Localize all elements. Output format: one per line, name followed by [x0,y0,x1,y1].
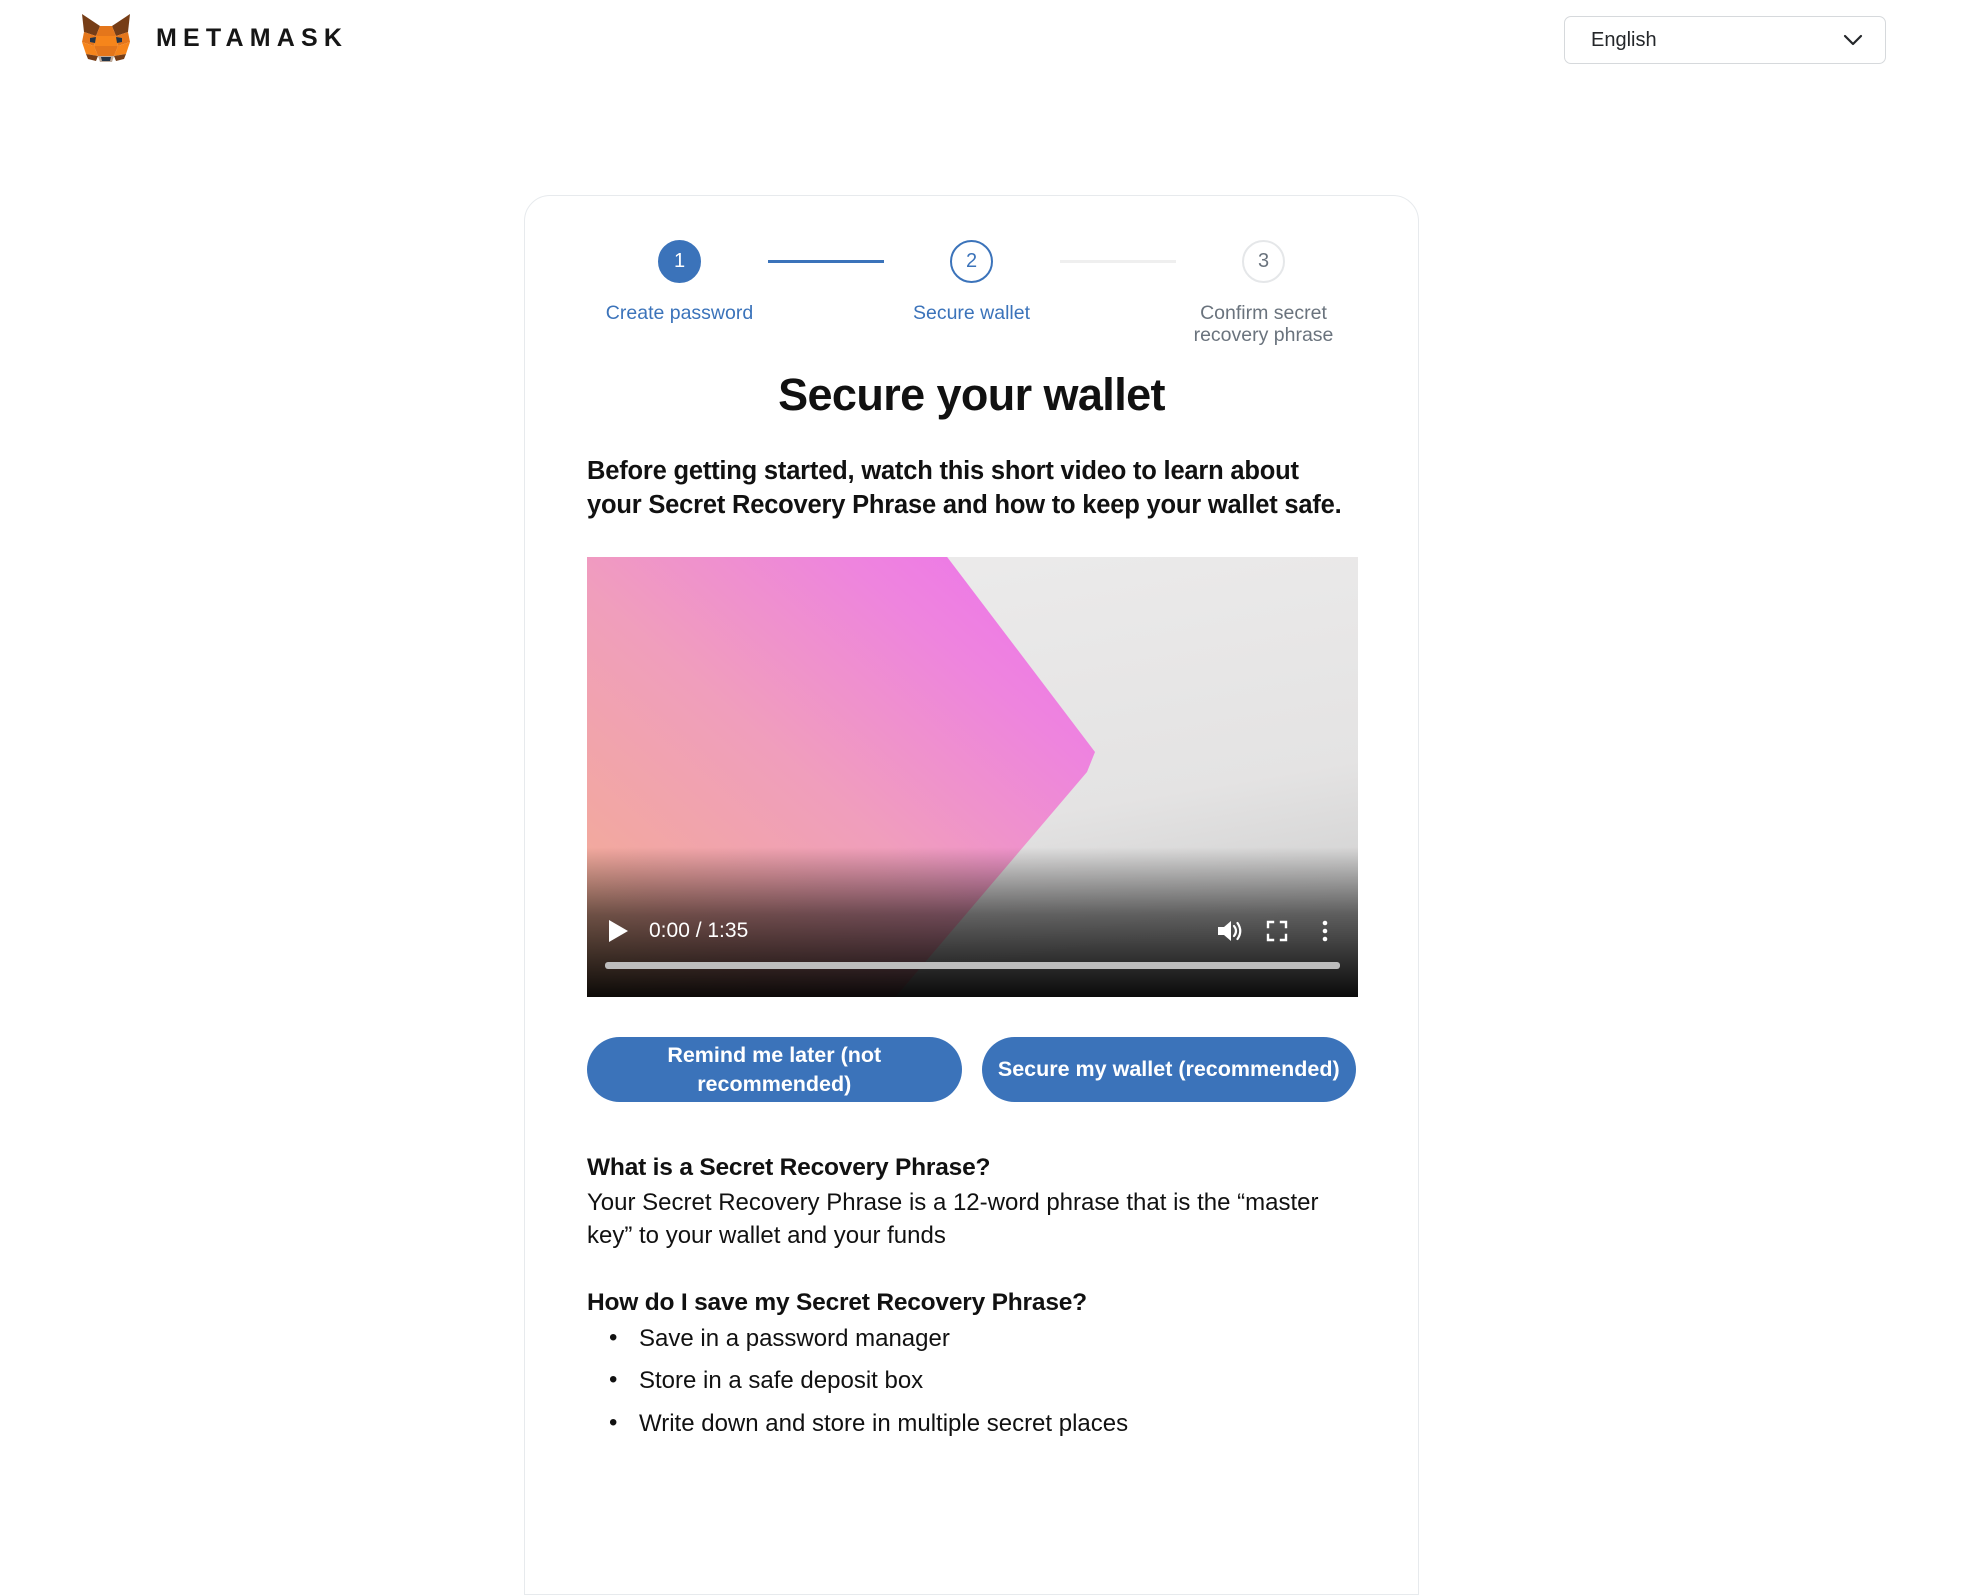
video-time-display: 0:00 / 1:35 [649,919,749,943]
stepper-connector-2-3 [1059,260,1176,263]
video-controls: 0:00 / 1:35 [587,901,1358,997]
app-header: METAMASK English [0,0,1964,90]
language-selected-value: English [1591,28,1657,51]
step-1-label: Create password [605,302,754,324]
secure-my-wallet-button[interactable]: Secure my wallet (recommended) [981,1037,1356,1103]
list-item: Write down and store in multiple secret … [587,1406,1356,1440]
step-1-bubble: 1 [658,240,701,283]
video-progress-bar[interactable] [605,962,1340,970]
step-2-bubble: 2 [950,240,993,283]
stepper-connector-1-2 [767,260,884,263]
step-3-label: Confirm secret recovery phrase [1193,302,1334,346]
faq-question-1: What is a Secret Recovery Phrase? [587,1154,991,1182]
list-item: Save in a password manager [587,1322,1356,1355]
faq-question-2: How do I save my Secret Recovery Phrase? [587,1288,1087,1316]
step-3-bubble: 3 [1242,240,1285,283]
brand-name: METAMASK [156,23,349,52]
onboarding-video-player[interactable]: 0:00 / 1:35 [587,557,1358,998]
onboarding-card: 1 Create password 2 Secure wallet 3 Conf… [524,195,1419,1595]
volume-on-icon[interactable] [1214,916,1244,946]
progress-stepper: 1 Create password 2 Secure wallet 3 Conf… [587,240,1356,347]
play-icon[interactable] [605,917,631,945]
metamask-fox-icon [82,14,130,62]
step-2-label: Secure wallet [912,302,1031,324]
stepper-step-3[interactable]: 3 Confirm secret recovery phrase [1176,240,1352,347]
language-selector[interactable]: English [1564,16,1886,64]
faq-answer-1: Your Secret Recovery Phrase is a 12-word… [587,1189,1319,1250]
page-title: Secure your wallet [778,368,1165,420]
chevron-down-icon [1843,34,1863,46]
fullscreen-icon[interactable] [1262,916,1292,946]
stepper-step-2[interactable]: 2 Secure wallet [884,240,1060,325]
kebab-menu-icon[interactable] [1310,916,1340,946]
stepper-step-1[interactable]: 1 Create password [592,240,768,325]
page-subtitle: Before getting started, watch this short… [587,456,1342,519]
action-buttons: Remind me later (not recommended) Secure… [587,1037,1356,1103]
faq-section: What is a Secret Recovery Phrase? Your S… [587,1154,1356,1439]
remind-me-later-button[interactable]: Remind me later (not recommended) [587,1037,962,1103]
list-item: Store in a safe deposit box [587,1364,1356,1397]
brand-logo: METAMASK [78,12,348,64]
faq-answer-2-list: Save in a password manager Store in a sa… [587,1322,1356,1440]
